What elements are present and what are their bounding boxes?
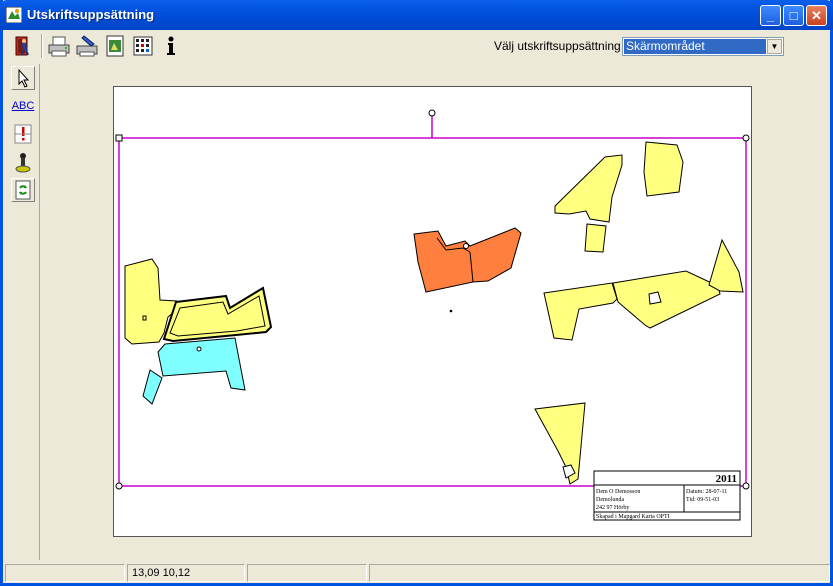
title-block: 2011 Dem O Demosson Demolunda 242 97 Hör… <box>593 470 741 521</box>
title-block-place: Demolunda <box>596 497 624 503</box>
resize-handle-bottom-left[interactable] <box>115 482 123 490</box>
parcel-orange <box>413 227 522 293</box>
stamp-icon <box>15 153 31 173</box>
parcel-cyan-1 <box>157 337 246 391</box>
print-setup-button[interactable] <box>74 32 100 60</box>
close-button[interactable]: ✕ <box>806 5 827 26</box>
status-panel-3 <box>247 564 367 582</box>
status-bar: 13,09 10,12 <box>3 562 830 583</box>
chevron-down-icon[interactable]: ▼ <box>767 39 782 54</box>
marker-icon <box>14 124 32 144</box>
app-icon <box>6 7 22 23</box>
status-panel-4 <box>369 564 830 582</box>
resize-handle-top-left[interactable] <box>115 134 123 142</box>
parcel-top-right-2 <box>584 223 607 253</box>
parcel-bottom <box>534 402 586 485</box>
layout-icon <box>106 35 124 57</box>
grid-icon <box>133 36 153 56</box>
status-panel-1 <box>5 564 125 582</box>
print-setup-icon <box>76 35 98 57</box>
info-button[interactable] <box>158 32 184 60</box>
rotate-handle[interactable] <box>428 109 436 117</box>
print-icon <box>48 36 70 57</box>
parcel-right-1 <box>543 282 618 341</box>
refresh-tool-button[interactable] <box>11 178 35 202</box>
print-button[interactable] <box>46 32 72 60</box>
title-block-time: Tid: 09-51-03 <box>686 497 719 503</box>
print-setup-selected-value: Skärmområdet <box>624 39 766 54</box>
pointer-icon <box>18 68 30 88</box>
parcel-top-right-1 <box>554 154 623 223</box>
text-tool-button[interactable]: ABC <box>11 94 35 118</box>
map-canvas[interactable]: 2011 Dem O Demosson Demolunda 242 97 Hör… <box>113 86 752 537</box>
print-setup-label: Välj utskriftsuppsättning <box>494 39 621 53</box>
left-toolbar: ABC <box>9 64 40 560</box>
resize-handle-bottom-right[interactable] <box>742 482 750 490</box>
grid-button[interactable] <box>130 32 156 60</box>
status-coordinates: 13,09 10,12 <box>127 564 245 582</box>
refresh-icon <box>15 180 31 200</box>
title-block-address: 242 97 Hörby <box>596 505 629 511</box>
parcel-right-2 <box>612 270 721 329</box>
title-block-footer: Skapad i Mapgard Karta OPTI <box>596 514 670 520</box>
exit-button[interactable] <box>10 32 36 60</box>
title-block-date: Datum: 28-07-11 <box>686 489 727 495</box>
maximize-button[interactable]: □ <box>783 5 804 26</box>
minimize-button[interactable]: _ <box>760 5 781 26</box>
resize-handle-top-right[interactable] <box>742 134 750 142</box>
toolbar-separator <box>41 34 43 58</box>
title-block-name: Dem O Demosson <box>596 489 640 495</box>
title-bar[interactable]: Utskriftsuppsättning _ □ ✕ <box>0 0 833 30</box>
stamp-tool-button[interactable] <box>11 150 35 174</box>
parcel-right-3 <box>708 238 744 293</box>
marker-tool-button[interactable] <box>11 122 35 146</box>
layout-button[interactable] <box>102 32 128 60</box>
window-title: Utskriftsuppsättning <box>27 7 155 22</box>
parcel-cyan-2 <box>142 369 163 405</box>
info-icon <box>167 36 175 55</box>
exit-icon <box>15 36 29 56</box>
print-page[interactable]: 2011 Dem O Demosson Demolunda 242 97 Hör… <box>113 86 752 537</box>
pointer-tool-button[interactable] <box>11 66 35 90</box>
print-setup-select[interactable]: Skärmområdet ▼ <box>622 37 784 56</box>
parcel-top-right-3 <box>643 141 684 197</box>
title-block-year: 2011 <box>716 473 737 485</box>
